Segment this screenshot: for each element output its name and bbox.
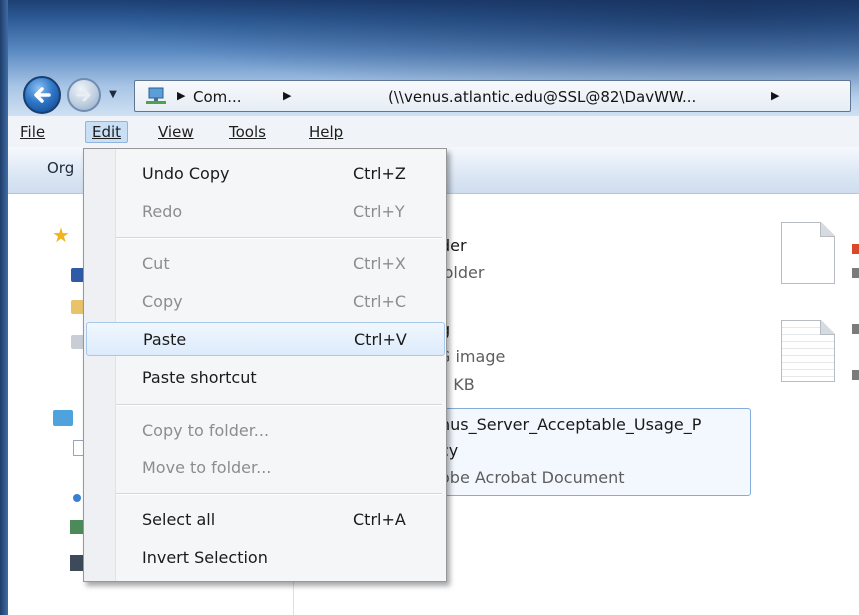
forward-arrow-icon: [76, 88, 91, 102]
menu-file[interactable]: File: [14, 121, 51, 143]
pictures-library-icon[interactable]: [70, 520, 84, 534]
menu-item-shortcut: Ctrl+A: [353, 510, 406, 529]
menu-item-shortcut: Ctrl+C: [353, 292, 407, 311]
menu-view-label: View: [158, 123, 194, 141]
document-icon[interactable]: [781, 222, 835, 284]
music-library-icon[interactable]: [73, 494, 81, 502]
menu-separator: [116, 237, 442, 239]
menu-tools-label: Tools: [229, 123, 266, 141]
window-frame-left: [0, 0, 8, 615]
menu-separator: [116, 404, 442, 406]
truncated-file-label: [852, 244, 859, 254]
videos-library-icon[interactable]: [70, 555, 84, 571]
menu-item-label: Redo: [142, 202, 183, 221]
menu-item-move-to-folder[interactable]: Move to folder...: [86, 451, 445, 485]
menu-tools[interactable]: Tools: [223, 121, 272, 143]
file-item-name[interactable]: nus_Server_Acceptable_Usage_P: [440, 415, 701, 434]
menu-item-label: Paste: [143, 330, 187, 349]
libraries-icon[interactable]: [53, 410, 73, 426]
truncated-file-label: [852, 268, 859, 278]
menu-item-shortcut: Ctrl+Z: [353, 164, 406, 183]
menu-help[interactable]: Help: [303, 121, 349, 143]
menu-item-label: Cut: [142, 254, 170, 273]
menu-bar: [8, 116, 859, 148]
menu-item-select-all[interactable]: Select all Ctrl+A: [86, 503, 445, 537]
breadcrumb-network-path[interactable]: (\\venus.atlantic.edu@SSL@82\DavWW...: [388, 88, 696, 106]
truncated-file-label: [852, 324, 859, 334]
menu-item-label: Paste shortcut: [142, 368, 257, 387]
breadcrumb-arrow[interactable]: ▶: [771, 89, 779, 102]
breadcrumb-computer[interactable]: Com...: [193, 88, 242, 106]
menu-item-label: Copy to folder...: [142, 421, 270, 440]
menu-separator: [116, 493, 442, 495]
menu-item-label: Undo Copy: [142, 164, 230, 183]
truncated-file-label: [852, 370, 859, 380]
menu-view[interactable]: View: [152, 121, 200, 143]
menu-edit-label: Edit: [92, 123, 122, 141]
back-arrow-icon: [34, 87, 51, 103]
forward-button[interactable]: [67, 78, 101, 112]
menu-item-label: Move to folder...: [142, 458, 272, 477]
menu-file-label: File: [20, 123, 46, 141]
menu-edit[interactable]: Edit: [85, 121, 129, 143]
menu-item-shortcut: Ctrl+V: [354, 330, 407, 349]
menu-item-undo-copy[interactable]: Undo Copy Ctrl+Z: [86, 157, 445, 191]
organize-button[interactable]: Org: [47, 159, 74, 177]
menu-item-label: Copy: [142, 292, 183, 311]
file-item-type: obe Acrobat Document: [440, 468, 625, 487]
menu-item-paste-shortcut[interactable]: Paste shortcut: [86, 361, 445, 395]
text-document-icon[interactable]: [781, 320, 835, 382]
recent-pages-dropdown[interactable]: ▼: [106, 85, 120, 105]
menu-item-shortcut: Ctrl+Y: [353, 202, 405, 221]
breadcrumb-arrow[interactable]: ▶: [283, 89, 291, 102]
menu-item-invert-selection[interactable]: Invert Selection: [86, 541, 445, 575]
favorites-star-icon[interactable]: ★: [52, 223, 70, 247]
breadcrumb-arrow[interactable]: ▶: [177, 89, 185, 102]
back-button[interactable]: [23, 76, 61, 114]
menu-item-paste[interactable]: Paste Ctrl+V: [86, 322, 445, 356]
menu-item-copy[interactable]: Copy Ctrl+C: [86, 285, 445, 319]
menu-item-copy-to-folder[interactable]: Copy to folder...: [86, 414, 445, 448]
menu-item-cut[interactable]: Cut Ctrl+X: [86, 247, 445, 281]
menu-item-redo[interactable]: Redo Ctrl+Y: [86, 195, 445, 229]
menu-help-label: Help: [309, 123, 344, 141]
network-computer-icon: [146, 87, 166, 104]
menu-item-label: Select all: [142, 510, 216, 529]
menu-item-shortcut: Ctrl+X: [353, 254, 406, 273]
file-item-type: G image: [438, 347, 506, 366]
menu-item-label: Invert Selection: [142, 548, 268, 567]
